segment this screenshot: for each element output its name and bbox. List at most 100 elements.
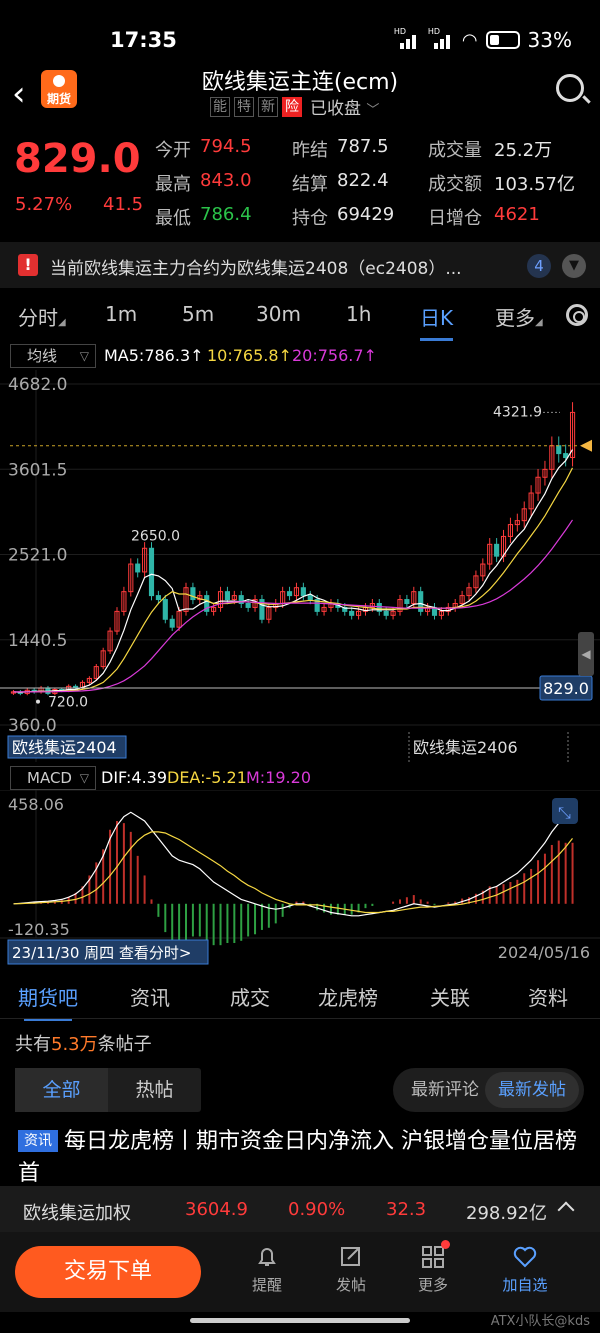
high-marker: 4321.9: [493, 404, 542, 420]
tab-profile[interactable]: 资料: [528, 982, 568, 1011]
bell-icon: [258, 1248, 276, 1266]
market-state[interactable]: 已收盘 ﹀: [310, 94, 379, 119]
notification-dot: [441, 1240, 450, 1249]
tag-energy: 能: [210, 96, 230, 117]
status-icons: HD HD ◠ 33%: [394, 27, 572, 52]
status-bar: 17:35 HD HD ◠ 33%: [0, 0, 600, 70]
price-pointer: [580, 439, 592, 452]
ma10-line: [13, 467, 574, 693]
article-item[interactable]: 资讯 每日龙虎榜丨期市资金日内净流入 沪银增仓量位居榜首: [18, 1126, 578, 1190]
dea-line: [13, 831, 573, 914]
tab-daily-k[interactable]: 日K: [420, 302, 454, 341]
tab-trades[interactable]: 成交: [230, 982, 270, 1011]
candle: [162, 599, 168, 620]
tab-1m[interactable]: 1m: [105, 302, 137, 326]
filter-all[interactable]: 全部: [15, 1068, 108, 1112]
tab-30m[interactable]: 30m: [256, 302, 301, 326]
app-header: ‹ 期货 欧线集运主连(ecm) 能 特 新 险 已收盘 ﹀: [0, 62, 600, 122]
expand-icon[interactable]: ▼: [562, 254, 586, 278]
edit-icon: [341, 1247, 360, 1266]
dea-value: DEA:-5.21: [167, 768, 247, 787]
home-indicator[interactable]: [190, 1318, 410, 1323]
search-icon[interactable]: [556, 74, 584, 102]
candle: [556, 445, 562, 455]
contract-notice[interactable]: ! 当前欧线集运主力合约为欧线集运2408（ec2408）... 4 ▼: [0, 242, 600, 288]
tab-related[interactable]: 关联: [430, 982, 470, 1011]
article-title: 每日龙虎榜丨期市资金日内净流入 沪银增仓量位居榜首: [18, 1129, 577, 1186]
tab-forum[interactable]: 期货吧: [18, 982, 78, 1021]
ma5-value: MA5:786.3↑: [104, 346, 204, 365]
quote-value: 103.57亿: [494, 174, 575, 195]
y-tick-label: -120.35: [8, 920, 70, 939]
settings-gear-icon[interactable]: [566, 304, 588, 326]
candle: [349, 610, 355, 616]
candle: [563, 453, 569, 459]
change-amount: 41.5: [103, 194, 144, 215]
quote-value: 843.0: [200, 170, 252, 191]
post-sort: 最新评论 最新发帖: [393, 1068, 584, 1112]
heart-icon: [513, 1246, 537, 1268]
news-badge: 资讯: [18, 1130, 58, 1152]
quote-label: 日增仓: [428, 208, 482, 229]
candle: [148, 547, 155, 597]
page-title: 欧线集运主连(ecm): [201, 70, 399, 95]
cell-signal-2-icon: HD: [428, 27, 454, 49]
dropdown-icon: ▽: [79, 349, 89, 363]
nav-reminder[interactable]: 提醒: [232, 1244, 302, 1295]
wifi-icon: ◠: [461, 29, 478, 51]
y-tick-label: 4682.0: [8, 375, 67, 395]
battery-level: 33%: [527, 28, 572, 52]
quote-value: 787.5: [337, 136, 389, 157]
ticker-name: 欧线集运加权: [23, 1203, 131, 1224]
quote-label: 结算: [292, 174, 328, 195]
tag-risk: 险: [282, 96, 302, 117]
last-price: 829.0: [14, 136, 141, 182]
bottom-bar: 交易下单 提醒 发帖 更多 加自选: [0, 1232, 600, 1312]
kline-chart[interactable]: 829.0 4682.0 3601.5 2521.0 1440.5 360.0 4321.9…: [0, 370, 600, 762]
weighted-ticker[interactable]: 欧线集运加权 3604.9 0.90% 32.3 298.92亿: [0, 1186, 600, 1232]
dif-value: DIF:4.39: [101, 768, 168, 787]
post-count: 共有5.3万条帖子: [15, 1034, 152, 1055]
m-value: M:19.20: [246, 768, 311, 787]
sort-latest-post[interactable]: 最新发帖: [485, 1072, 579, 1108]
candle: [224, 591, 230, 601]
sort-latest-comment[interactable]: 最新评论: [401, 1072, 489, 1108]
nav-post[interactable]: 发帖: [316, 1244, 386, 1295]
tab-timeshare[interactable]: 分时◢: [18, 302, 66, 331]
candle: [494, 543, 500, 557]
nav-more[interactable]: 更多: [398, 1240, 468, 1295]
dif-line: [13, 807, 573, 917]
quote-value: 69429: [337, 204, 395, 225]
trade-order-button[interactable]: 交易下单: [15, 1246, 201, 1298]
chevron-up-icon[interactable]: [557, 1201, 575, 1219]
last-price-label: 829.0: [543, 679, 589, 698]
quote-value: 25.2万: [494, 140, 553, 161]
ma5-line: [13, 449, 574, 693]
macd-legend: MACD ▽ DIF:4.39 DEA:-5.21 M:19.20: [0, 764, 600, 790]
tab-5m[interactable]: 5m: [182, 302, 214, 326]
quote-value: 786.4: [200, 204, 252, 225]
macd-chart[interactable]: 458.06 -120.35 ⤡ 23/11/30 周四 查看分时> 2024/05/1…: [0, 790, 600, 966]
y-tick-label: 1440.5: [8, 631, 67, 651]
contract-2404-label: 欧线集运2404: [12, 738, 117, 757]
content-tabs: 期货吧 资讯 成交 龙虎榜 关联 资料: [0, 970, 600, 1021]
ma-legend: 均线 ▽ MA5:786.3↑ 10:765.8↑ 20:756.7↑: [0, 342, 600, 370]
tab-dragon-tiger[interactable]: 龙虎榜: [318, 982, 378, 1011]
y-tick-label: 3601.5: [8, 460, 67, 480]
tab-news[interactable]: 资讯: [130, 982, 170, 1011]
candle: [169, 618, 175, 628]
date-start: 23/11/30 周四 查看分时>: [12, 944, 191, 962]
quote-label: 最高: [155, 174, 191, 195]
collapse-side-button[interactable]: ◀: [578, 632, 594, 676]
indicator-selector[interactable]: 均线 ▽: [10, 344, 96, 368]
quote-value: 822.4: [337, 170, 389, 191]
notice-count[interactable]: 4: [527, 254, 551, 278]
peak-marker: 2650.0: [131, 528, 180, 544]
nav-add-watchlist[interactable]: 加自选: [490, 1244, 560, 1295]
filter-hot[interactable]: 热帖: [108, 1068, 201, 1112]
quote-panel: 829.0 5.27% 41.5 今开 794.5 昨结 787.5 成交量 25.2万最…: [0, 124, 600, 240]
quote-label: 持仓: [292, 208, 328, 229]
tab-1h[interactable]: 1h: [346, 302, 371, 326]
tab-more[interactable]: 更多◢: [495, 302, 543, 331]
macd-selector[interactable]: MACD ▽: [10, 766, 96, 790]
